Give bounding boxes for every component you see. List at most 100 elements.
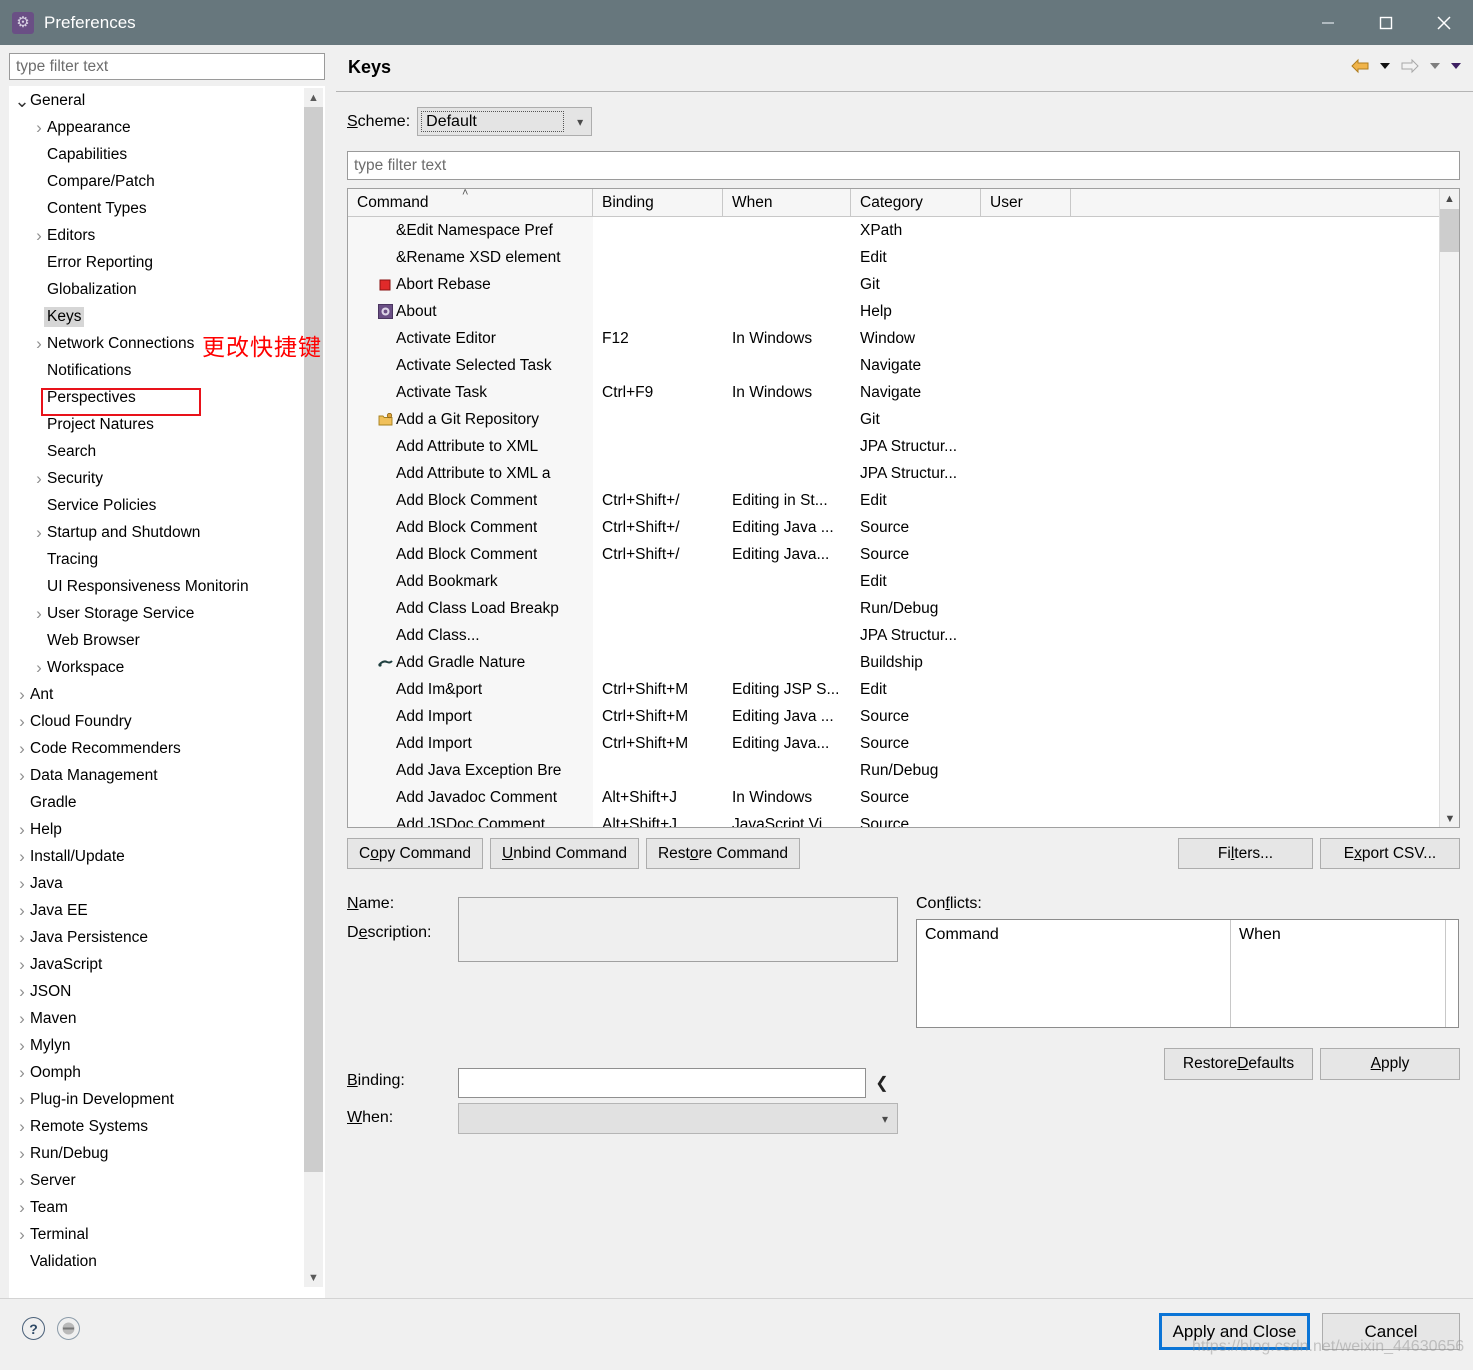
chevron-right-icon[interactable]: › bbox=[14, 767, 30, 784]
sidebar-item-javascript[interactable]: › JavaScript bbox=[10, 951, 306, 978]
sidebar-item-run-debug[interactable]: › Run/Debug bbox=[10, 1140, 306, 1167]
sidebar-item-content-types[interactable]: Content Types bbox=[10, 195, 306, 222]
sidebar-item-search[interactable]: Search bbox=[10, 438, 306, 465]
table-row[interactable]: &Edit Namespace Pref XPath bbox=[348, 217, 1441, 244]
chevron-right-icon[interactable]: › bbox=[31, 119, 47, 136]
sidebar-item-globalization[interactable]: Globalization bbox=[10, 276, 306, 303]
close-button[interactable] bbox=[1415, 0, 1473, 45]
scroll-up-icon[interactable]: ▲ bbox=[1440, 189, 1459, 209]
sidebar-item-ui-responsiveness-monitorin[interactable]: UI Responsiveness Monitorin bbox=[10, 573, 306, 600]
sidebar-item-java-ee[interactable]: › Java EE bbox=[10, 897, 306, 924]
key-table-vertical-scrollbar[interactable]: ▲ ▼ bbox=[1439, 189, 1459, 827]
scroll-up-icon[interactable]: ▲ bbox=[304, 88, 323, 107]
sidebar-item-team[interactable]: › Team bbox=[10, 1194, 306, 1221]
table-row[interactable]: Add Class... JPA Structur... bbox=[348, 622, 1441, 649]
sidebar-item-web-browser[interactable]: Web Browser bbox=[10, 627, 306, 654]
table-row[interactable]: Activate Task Ctrl+F9 In Windows Navigate bbox=[348, 379, 1441, 406]
binding-input[interactable] bbox=[458, 1068, 866, 1098]
chevron-right-icon[interactable]: › bbox=[31, 659, 47, 676]
column-header-command[interactable]: Command ˄ bbox=[348, 189, 593, 217]
sidebar-item-data-management[interactable]: › Data Management bbox=[10, 762, 306, 789]
sidebar-item-network-connections[interactable]: › Network Connections bbox=[10, 330, 306, 357]
table-row[interactable]: Add Gradle Nature Buildship bbox=[348, 649, 1441, 676]
chevron-right-icon[interactable]: › bbox=[14, 1064, 30, 1081]
sidebar-item-service-policies[interactable]: Service Policies bbox=[10, 492, 306, 519]
dialog-info-icon[interactable] bbox=[57, 1317, 80, 1340]
chevron-left-icon[interactable]: ❮ bbox=[869, 1068, 895, 1098]
chevron-right-icon[interactable]: › bbox=[14, 1118, 30, 1135]
sidebar-item-tracing[interactable]: Tracing bbox=[10, 546, 306, 573]
table-row[interactable]: Add Attribute to XML a JPA Structur... bbox=[348, 460, 1441, 487]
sidebar-item-error-reporting[interactable]: Error Reporting bbox=[10, 249, 306, 276]
sidebar-item-java[interactable]: › Java bbox=[10, 870, 306, 897]
chevron-right-icon[interactable]: › bbox=[31, 605, 47, 622]
chevron-right-icon[interactable]: › bbox=[14, 956, 30, 973]
sidebar-item-perspectives[interactable]: Perspectives bbox=[10, 384, 306, 411]
cancel-button[interactable]: Cancel bbox=[1322, 1313, 1460, 1350]
apply-and-close-button[interactable]: Apply and Close bbox=[1159, 1313, 1310, 1350]
table-row[interactable]: Add Class Load Breakp Run/Debug bbox=[348, 595, 1441, 622]
unbind-command-button[interactable]: Unbind Command bbox=[490, 838, 639, 869]
sidebar-item-java-persistence[interactable]: › Java Persistence bbox=[10, 924, 306, 951]
sidebar-item-remote-systems[interactable]: › Remote Systems bbox=[10, 1113, 306, 1140]
table-row[interactable]: Add JSDoc Comment Alt+Shift+J JavaScript V… bbox=[348, 811, 1441, 827]
table-row[interactable]: Add Block Comment Ctrl+Shift+/ Editing in … bbox=[348, 487, 1441, 514]
sidebar-item-workspace[interactable]: › Workspace bbox=[10, 654, 306, 681]
maximize-button[interactable] bbox=[1357, 0, 1415, 45]
sidebar-item-appearance[interactable]: › Appearance bbox=[10, 114, 306, 141]
chevron-right-icon[interactable]: › bbox=[14, 1010, 30, 1027]
table-row[interactable]: Add Block Comment Ctrl+Shift+/ Editing Jav… bbox=[348, 514, 1441, 541]
chevron-right-icon[interactable]: › bbox=[14, 713, 30, 730]
table-row[interactable]: Add Attribute to XML JPA Structur... bbox=[348, 433, 1441, 460]
description-field[interactable] bbox=[458, 897, 898, 962]
sidebar-item-code-recommenders[interactable]: › Code Recommenders bbox=[10, 735, 306, 762]
chevron-right-icon[interactable]: › bbox=[14, 848, 30, 865]
sidebar-item-user-storage-service[interactable]: › User Storage Service bbox=[10, 600, 306, 627]
table-row[interactable]: About Help bbox=[348, 298, 1441, 325]
back-menu-chevron-down-icon[interactable] bbox=[1378, 59, 1392, 73]
chevron-right-icon[interactable]: › bbox=[31, 524, 47, 541]
when-combobox[interactable]: ▾ bbox=[458, 1103, 898, 1134]
column-header-binding[interactable]: Binding bbox=[593, 189, 723, 217]
sidebar-item-install-update[interactable]: › Install/Update bbox=[10, 843, 306, 870]
table-row[interactable]: Add Javadoc Comment Alt+Shift+J In Windows… bbox=[348, 784, 1441, 811]
table-row[interactable]: Activate Editor F12 In Windows Window bbox=[348, 325, 1441, 352]
sidebar-item-maven[interactable]: › Maven bbox=[10, 1005, 306, 1032]
key-bindings-table[interactable]: Command ˄ Binding When Category User &Ed… bbox=[347, 188, 1460, 828]
forward-menu-chevron-down-icon[interactable] bbox=[1428, 59, 1442, 73]
table-row[interactable]: Add Java Exception Bre Run/Debug bbox=[348, 757, 1441, 784]
sidebar-item-cloud-foundry[interactable]: › Cloud Foundry bbox=[10, 708, 306, 735]
chevron-right-icon[interactable]: › bbox=[14, 740, 30, 757]
sidebar-filter-input[interactable] bbox=[9, 53, 325, 80]
restore-defaults-button[interactable]: Restore Defaults bbox=[1164, 1048, 1313, 1080]
scroll-down-icon[interactable]: ▼ bbox=[304, 1268, 323, 1287]
sidebar-item-keys[interactable]: Keys bbox=[10, 303, 306, 330]
scroll-down-icon[interactable]: ▼ bbox=[1440, 809, 1459, 827]
chevron-right-icon[interactable]: › bbox=[31, 470, 47, 487]
sidebar-item-security[interactable]: › Security bbox=[10, 465, 306, 492]
column-header-when[interactable]: When bbox=[723, 189, 851, 217]
conflicts-table[interactable]: Command When bbox=[916, 919, 1459, 1028]
restore-command-button[interactable]: Rest o re Command bbox=[645, 838, 801, 869]
sidebar-item-editors[interactable]: › Editors bbox=[10, 222, 306, 249]
chevron-right-icon[interactable]: › bbox=[14, 875, 30, 892]
back-arrow-icon[interactable] bbox=[1349, 57, 1371, 75]
sidebar-item-capabilities[interactable]: Capabilities bbox=[10, 141, 306, 168]
sidebar-item-compare-patch[interactable]: Compare/Patch bbox=[10, 168, 306, 195]
sidebar-item-general[interactable]: ⌄ General bbox=[10, 87, 306, 114]
sidebar-item-notifications[interactable]: Notifications bbox=[10, 357, 306, 384]
table-row[interactable]: Add a Git Repository Git bbox=[348, 406, 1441, 433]
table-row[interactable]: Add Block Comment Ctrl+Shift+/ Editing Jav… bbox=[348, 541, 1441, 568]
sidebar-scroll-thumb[interactable] bbox=[304, 107, 323, 1172]
table-row[interactable]: Add Import Ctrl+Shift+M Editing Java... Sou… bbox=[348, 730, 1441, 757]
sidebar-item-gradle[interactable]: Gradle bbox=[10, 789, 306, 816]
copy-command-button[interactable]: Co py Command bbox=[347, 838, 484, 869]
chevron-right-icon[interactable]: › bbox=[14, 821, 30, 838]
sidebar-item-oomph[interactable]: › Oomph bbox=[10, 1059, 306, 1086]
keys-filter-input[interactable] bbox=[347, 151, 1460, 180]
sidebar-item-plug-in-development[interactable]: › Plug-in Development bbox=[10, 1086, 306, 1113]
table-row[interactable]: Add Import Ctrl+Shift+M Editing Java ... So… bbox=[348, 703, 1441, 730]
apply-button[interactable]: Apply bbox=[1320, 1048, 1460, 1080]
scheme-combobox[interactable]: Default ▾ bbox=[417, 107, 593, 136]
column-header-user[interactable]: User bbox=[981, 189, 1071, 217]
